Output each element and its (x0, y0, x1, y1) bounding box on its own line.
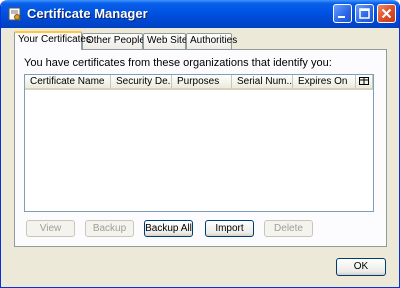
column-header-purposes[interactable]: Purposes (172, 75, 232, 90)
tab-label: Authorities (190, 35, 238, 46)
window-title: Certificate Manager (27, 6, 148, 21)
certificate-list[interactable]: Certificate Name Security De... Purposes… (24, 74, 374, 212)
column-header-certificate-name[interactable]: Certificate Name (25, 75, 111, 90)
backup-all-button[interactable]: Backup All (144, 220, 193, 237)
tab-label: Other People's (86, 35, 152, 46)
tab-your-certificates[interactable]: Your Certificates (14, 31, 91, 50)
certificate-manager-window: Certificate Manager Your Certificates Ot… (0, 0, 400, 288)
maximize-icon (359, 8, 370, 19)
minimize-button[interactable] (333, 4, 352, 23)
minimize-icon (338, 16, 345, 18)
column-picker-button[interactable] (356, 75, 373, 90)
delete-button[interactable]: Delete (264, 220, 313, 237)
close-icon (381, 8, 392, 19)
view-button[interactable]: View (26, 220, 75, 237)
tab-other-peoples[interactable]: Other People's (82, 33, 152, 49)
column-picker-icon (359, 77, 369, 85)
tab-label: Your Certificates (18, 34, 91, 45)
column-header-expires-on[interactable]: Expires On (293, 75, 356, 90)
close-button[interactable] (377, 4, 396, 23)
ok-button[interactable]: OK (336, 258, 386, 276)
import-button[interactable]: Import (205, 220, 254, 237)
column-header-security-device[interactable]: Security De... (111, 75, 172, 90)
tab-authorities[interactable]: Authorities (186, 33, 237, 49)
column-header-serial-number[interactable]: Serial Num... (232, 75, 293, 90)
certificate-icon (7, 6, 23, 22)
intro-text: You have certificates from these organiz… (24, 57, 332, 69)
maximize-button[interactable] (355, 4, 374, 23)
title-bar[interactable]: Certificate Manager (1, 0, 399, 28)
backup-button[interactable]: Backup (85, 220, 134, 237)
tab-web-sites[interactable]: Web Sites (143, 33, 192, 49)
